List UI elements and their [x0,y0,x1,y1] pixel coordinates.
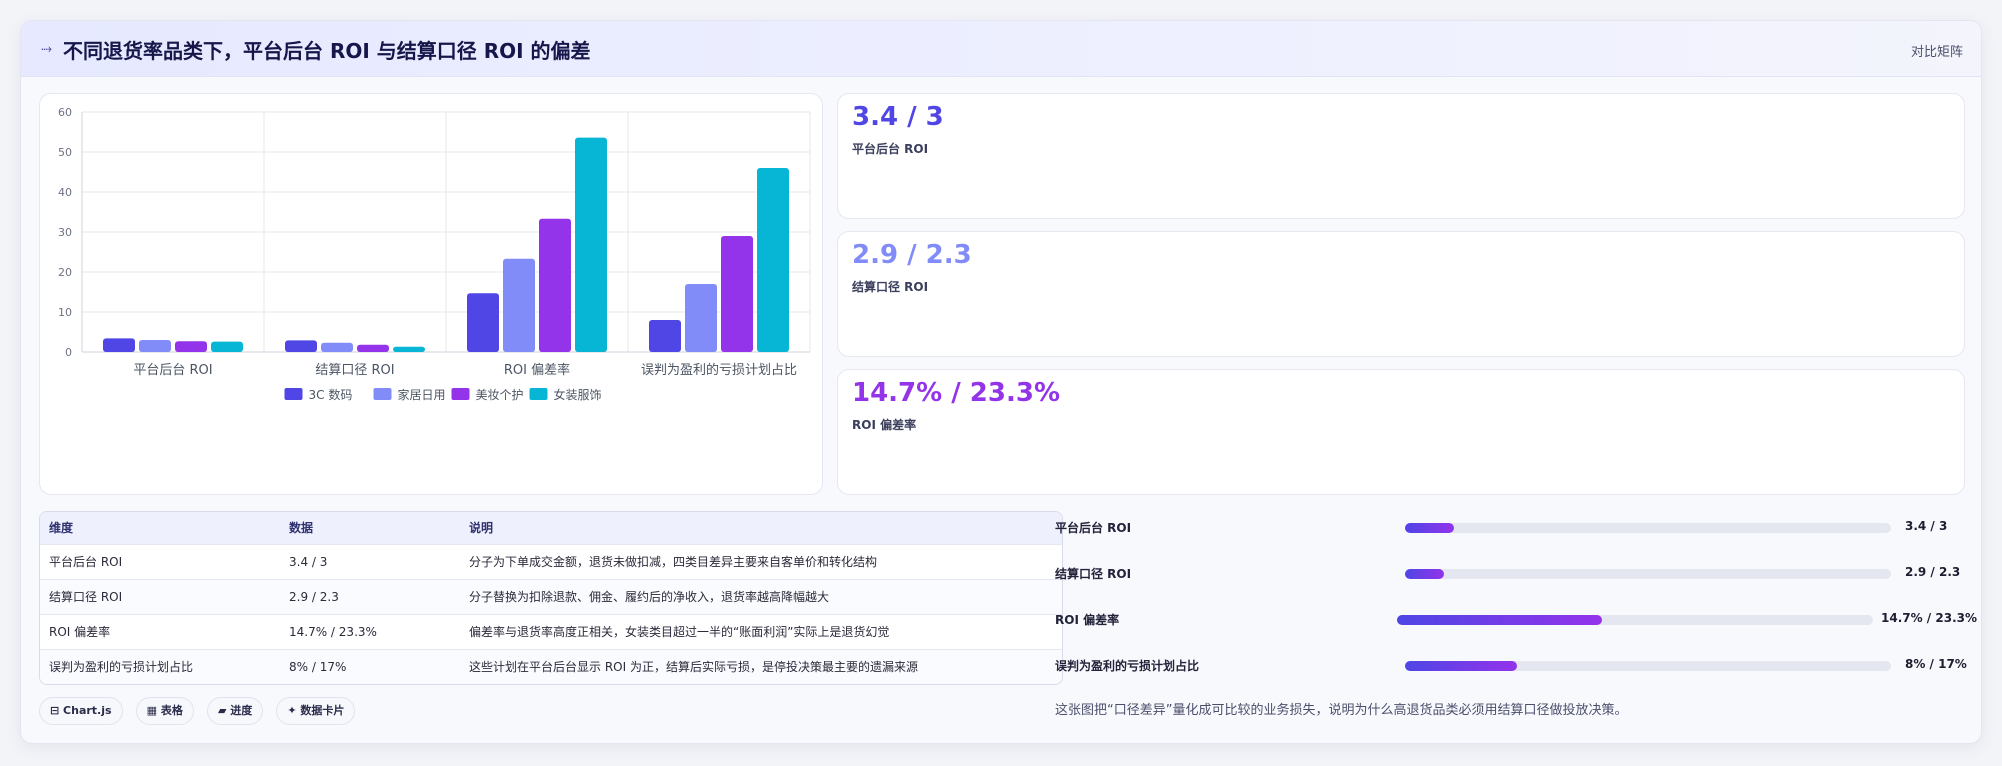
kpi-card-platform-roi: 3.4 / 3 平台后台 ROI [837,93,1965,219]
progress-fill [1405,569,1444,579]
progress-label: ROI 偏差率 [1055,613,1120,627]
legend-swatch[interactable] [451,388,470,400]
table-header-row: 维度 数据 说明 [40,512,1062,544]
kpi-label: 结算口径 ROI [852,280,929,294]
kpi-card-settlement-roi: 2.9 / 2.3 结算口径 ROI [837,231,1965,357]
legend-label[interactable]: 女装服饰 [554,387,602,402]
table-cell: 误判为盈利的亏损计划占比 [40,648,280,684]
kpi-value: 3.4 / 3 [852,102,944,132]
progress-row: ROI 偏差率 14.7% / 23.3% [1055,609,1981,629]
data-table: 维度 数据 说明 平台后台 ROI 3.4 / 3 分子为下单成交金额，退货未做… [40,512,1062,684]
bar[interactable] [321,342,353,352]
bar[interactable] [539,218,571,352]
data-table-card: 维度 数据 说明 平台后台 ROI 3.4 / 3 分子为下单成交金额，退货未做… [39,511,1063,685]
legend-label[interactable]: 家居日用 [398,387,446,402]
table-cell: 这些计划在平台后台显示 ROI 为正，结算后实际亏损，是停投决策最主要的遗漏来源 [460,648,1062,684]
progress-value: 14.7% / 23.3% [1881,611,1977,625]
bar[interactable] [393,346,425,352]
progress-track [1397,615,1873,625]
progress-fill [1397,615,1602,625]
progress-row: 平台后台 ROI 3.4 / 3 [1055,517,1981,537]
tag-list: ⊟ Chart.js ▦ 表格 ▰ 进度 ✦ 数据卡片 [39,697,363,727]
x-tick-label: ROI 偏差率 [504,362,570,378]
table-row: 平台后台 ROI 3.4 / 3 分子为下单成交金额，退货未做扣减，四类目差异主… [40,543,1062,579]
table-cell: 8% / 17% [280,648,460,684]
tag-chartjs[interactable]: ⊟ Chart.js [39,697,123,725]
tag-progress[interactable]: ▰ 进度 [206,697,264,725]
y-tick-label: 50 [58,146,72,159]
bar[interactable] [649,320,681,352]
page-container: ⤑ 不同退货率品类下，平台后台 ROI 与结算口径 ROI 的偏差 对比矩阵 0… [20,20,1982,744]
kpi-label: ROI 偏差率 [852,418,917,432]
legend-label[interactable]: 3C 数码 [309,387,353,402]
tag-table[interactable]: ▦ 表格 [135,697,194,725]
kpi-value: 14.7% / 23.3% [852,378,1060,408]
table-cell: 结算口径 ROI [40,578,280,614]
table-row: ROI 偏差率 14.7% / 23.3% 偏差率与退货率高度正相关，女装类目超… [40,613,1062,649]
y-tick-label: 20 [58,266,72,279]
progress-row: 误判为盈利的亏损计划占比 8% / 17% [1055,655,1981,675]
x-tick-label: 误判为盈利的亏损计划占比 [641,362,797,378]
bar[interactable] [211,341,243,352]
table-cell: 3.4 / 3 [280,543,460,579]
y-tick-label: 0 [65,346,72,359]
bar[interactable] [467,293,499,352]
summary-note: 这张图把“口径差异”量化成可比较的业务损失，说明为什么高退货品类必须用结算口径做… [1055,703,1628,718]
table-cell: 2.9 / 2.3 [280,578,460,614]
progress-value: 3.4 / 3 [1905,519,1948,533]
legend-swatch[interactable] [284,388,303,400]
table-cell: 分子为下单成交金额，退货未做扣减，四类目差异主要来自客单价和转化结构 [460,543,1062,579]
tag-data-card[interactable]: ✦ 数据卡片 [276,697,356,725]
y-tick-label: 40 [58,186,72,199]
table-cell: 平台后台 ROI [40,543,280,579]
table-header-cell: 维度 [49,521,74,536]
bar[interactable] [757,168,789,352]
progress-track [1405,523,1891,533]
bar[interactable] [357,344,389,352]
bar[interactable] [139,340,171,352]
table-cell: ROI 偏差率 [40,613,280,649]
x-tick-label: 结算口径 ROI [315,363,394,378]
bar[interactable] [175,341,207,352]
legend-swatch[interactable] [373,388,392,400]
table-header-cell: 数据 [289,521,314,536]
progress-label: 平台后台 ROI [1055,521,1132,535]
page-title: 不同退货率品类下，平台后台 ROI 与结算口径 ROI 的偏差 [63,39,591,63]
compare-matrix-link[interactable]: 对比矩阵 [1911,41,1963,60]
progress-value: 8% / 17% [1905,657,1967,671]
progress-label: 结算口径 ROI [1055,567,1132,581]
progress-value: 2.9 / 2.3 [1905,565,1961,579]
bar-chart: 0 10 20 30 40 50 60 平台后台 ROI 结算口径 ROI ROI 偏差率 误判为盈… [58,106,811,402]
table-cell: 分子替换为扣除退款、佣金、履约后的净收入，退货率越高降幅越大 [460,578,1062,614]
bar[interactable] [575,137,607,352]
progress-label: 误判为盈利的亏损计划占比 [1055,659,1200,673]
progress-track [1405,569,1891,579]
kpi-card-roi-deviation: 14.7% / 23.3% ROI 偏差率 [837,369,1965,495]
legend-swatch[interactable] [529,388,548,400]
progress-fill [1405,661,1517,671]
bar[interactable] [721,236,753,352]
bar[interactable] [285,340,317,352]
bar[interactable] [685,284,717,352]
progress-row: 结算口径 ROI 2.9 / 2.3 [1055,563,1981,583]
table-cell: 偏差率与退货率高度正相关，女装类目超过一半的“账面利润”实际上是退货幻觉 [460,613,1062,649]
bar[interactable] [103,338,135,352]
progress-track [1405,661,1891,671]
y-tick-label: 10 [58,306,72,319]
trend-arrow-icon: ⤑ [41,41,53,57]
y-tick-label: 60 [58,106,72,119]
table-row: 结算口径 ROI 2.9 / 2.3 分子替换为扣除退款、佣金、履约后的净收入，… [40,578,1062,614]
y-tick-label: 30 [58,226,72,239]
bar[interactable] [503,258,535,352]
chart-card: 0 10 20 30 40 50 60 平台后台 ROI 结算口径 ROI ROI 偏差率 误判为盈… [39,93,823,495]
kpi-label: 平台后台 ROI [852,142,929,156]
x-tick-label: 平台后台 ROI [133,363,212,378]
table-header-cell: 说明 [469,521,494,536]
kpi-value: 2.9 / 2.3 [852,240,972,270]
progress-fill [1405,523,1454,533]
table-row: 误判为盈利的亏损计划占比 8% / 17% 这些计划在平台后台显示 ROI 为正… [40,648,1062,684]
table-cell: 14.7% / 23.3% [280,613,460,649]
header-bar: ⤑ 不同退货率品类下，平台后台 ROI 与结算口径 ROI 的偏差 对比矩阵 [21,21,1981,77]
legend-label[interactable]: 美妆个护 [476,388,524,402]
